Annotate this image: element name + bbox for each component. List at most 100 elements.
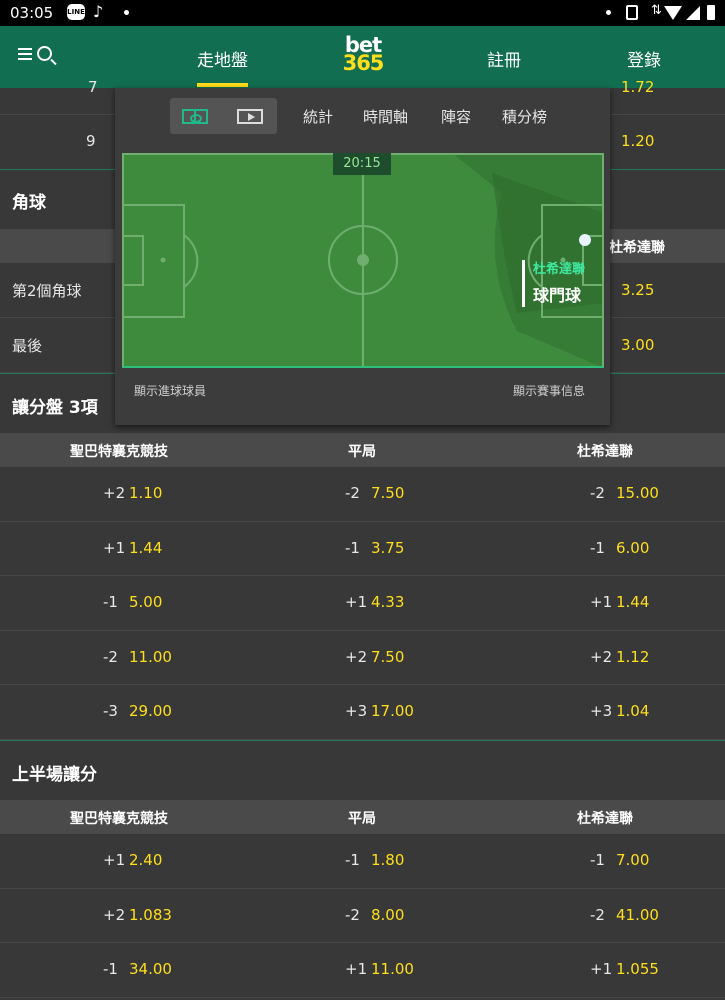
match-clock: 20:15 <box>333 153 391 175</box>
view-toggle <box>170 98 277 134</box>
app-header: 走地盤 bet 365 註冊 登錄 <box>0 26 725 88</box>
odds-home[interactable]: 5.00 <box>129 593 162 611</box>
odds-away[interactable]: 6.00 <box>616 539 649 557</box>
wifi-icon <box>664 6 682 20</box>
odds-home[interactable]: 1.083 <box>129 906 172 924</box>
status-bar: 03:05 LINE ♪ ⇅ <box>0 0 725 26</box>
vibrate-icon <box>626 5 638 20</box>
odds-home[interactable]: 1.10 <box>129 484 162 502</box>
odds-away[interactable]: 1.055 <box>616 960 659 978</box>
video-play-icon[interactable] <box>237 109 263 124</box>
tiktok-icon: ♪ <box>93 2 104 21</box>
row-label: 7 <box>88 78 98 96</box>
handicap-draw: -1 <box>345 538 360 557</box>
notification-dot-icon <box>606 10 611 15</box>
row-odds[interactable]: 1.72 <box>621 78 654 96</box>
status-time: 03:05 <box>10 4 54 22</box>
handicap-draw: -2 <box>345 905 360 924</box>
odds-draw[interactable]: 17.00 <box>371 702 414 720</box>
odds-home[interactable]: 11.00 <box>129 648 172 666</box>
tab-stats[interactable]: 統計 <box>303 106 333 127</box>
section-title-first-half[interactable]: 上半場讓分 <box>12 760 97 785</box>
odds-home[interactable]: 29.00 <box>129 702 172 720</box>
table-row: -3 29.00 +3 17.00 +3 1.04 <box>0 685 725 740</box>
tab-lineups[interactable]: 陣容 <box>441 106 471 127</box>
handicap-draw: -1 <box>345 851 360 869</box>
table-row: -1 34.00 +1 11.00 +1 1.055 <box>0 943 725 998</box>
show-match-info-link[interactable]: 顯示賽事信息 <box>513 382 585 399</box>
odds-home[interactable]: 1.44 <box>129 539 162 557</box>
bet365-logo[interactable]: bet 365 <box>340 35 386 76</box>
nav-active-indicator <box>197 83 248 87</box>
odds-away[interactable]: 1.44 <box>616 593 649 611</box>
pitch-view-icon[interactable] <box>182 109 208 124</box>
handicap-away: -1 <box>590 538 605 557</box>
handicap-home: -2 <box>103 647 118 666</box>
tab-standings[interactable]: 積分榜 <box>502 106 547 127</box>
column-header-home: 聖巴特襄克競技 <box>70 811 168 827</box>
odds-away[interactable]: 15.00 <box>616 484 659 502</box>
column-header-home: 聖巴特襄克競技 <box>70 444 168 460</box>
pitch-lines <box>122 153 604 368</box>
tracker-tabs: 統計 時間軸 陣容 積分榜 <box>115 88 610 144</box>
row-label: 9 <box>86 132 96 150</box>
handicap-draw: +1 <box>345 593 368 611</box>
odds-home[interactable]: 34.00 <box>129 960 172 978</box>
odds-home[interactable]: 2.40 <box>129 851 162 869</box>
menu-icon[interactable] <box>18 48 32 60</box>
section-title-corners[interactable]: 角球 <box>12 188 46 213</box>
handicap-away: -1 <box>590 851 605 869</box>
divider <box>0 740 725 741</box>
handicap-home: +2 <box>103 905 126 924</box>
data-arrows-icon: ⇅ <box>651 3 662 18</box>
nav-register[interactable]: 註冊 <box>487 46 521 71</box>
table-row: -2 11.00 +2 7.50 +2 1.12 <box>0 631 725 685</box>
notification-dot-icon <box>124 10 129 15</box>
odds-draw[interactable]: 1.80 <box>371 851 404 869</box>
handicap-home: +1 <box>103 538 126 557</box>
column-header: 聖巴特襄克競技 平局 杜希達聯 <box>0 800 725 834</box>
section-title-handicap[interactable]: 讓分盤 3項 <box>12 393 98 418</box>
handicap-home: -1 <box>103 593 118 611</box>
show-scorers-link[interactable]: 顯示進球球員 <box>134 382 206 399</box>
column-header-away: 杜希達聯 <box>577 444 633 460</box>
odds-away[interactable]: 1.12 <box>616 648 649 666</box>
handicap-away: -2 <box>590 905 605 924</box>
nav-in-play[interactable]: 走地盤 <box>197 46 248 71</box>
odds-draw[interactable]: 3.75 <box>371 539 404 557</box>
row-odds[interactable]: 3.25 <box>621 281 654 299</box>
odds-draw[interactable]: 8.00 <box>371 906 404 924</box>
handicap-draw: +1 <box>345 960 368 978</box>
odds-away[interactable]: 1.04 <box>616 702 649 720</box>
table-row: +2 1.10 -2 7.50 -2 15.00 <box>0 467 725 522</box>
search-icon[interactable] <box>37 46 52 61</box>
event-marker <box>522 260 525 307</box>
nav-login[interactable]: 登錄 <box>627 46 661 71</box>
battery-icon <box>707 5 715 20</box>
pitch-visualization: 20:15 杜希達聯 球門球 <box>122 153 604 368</box>
handicap-away: +3 <box>590 702 613 720</box>
handicap-draw: -2 <box>345 484 360 502</box>
odds-draw[interactable]: 7.50 <box>371 648 404 666</box>
ball-icon <box>579 234 591 246</box>
column-header-away: 杜希達聯 <box>609 240 665 256</box>
column-header-away: 杜希達聯 <box>577 811 633 827</box>
handicap-draw: +2 <box>345 647 368 666</box>
odds-draw[interactable]: 11.00 <box>371 960 414 978</box>
odds-draw[interactable]: 4.33 <box>371 593 404 611</box>
handicap-draw: +3 <box>345 702 368 720</box>
handicap-away: +2 <box>590 647 613 666</box>
table-row: -1 5.00 +1 4.33 +1 1.44 <box>0 576 725 631</box>
row-odds[interactable]: 3.00 <box>621 336 654 354</box>
column-header-draw: 平局 <box>348 444 376 460</box>
column-header: 聖巴特襄克競技 平局 杜希達聯 <box>0 433 725 467</box>
handicap-home: +2 <box>103 484 126 502</box>
odds-away[interactable]: 41.00 <box>616 906 659 924</box>
handicap-away: +1 <box>590 593 613 611</box>
row-odds[interactable]: 1.20 <box>621 132 654 150</box>
logo-365: 365 <box>342 51 385 75</box>
handicap-home: -1 <box>103 960 118 978</box>
odds-away[interactable]: 7.00 <box>616 851 649 869</box>
tab-timeline[interactable]: 時間軸 <box>363 106 408 127</box>
odds-draw[interactable]: 7.50 <box>371 484 404 502</box>
